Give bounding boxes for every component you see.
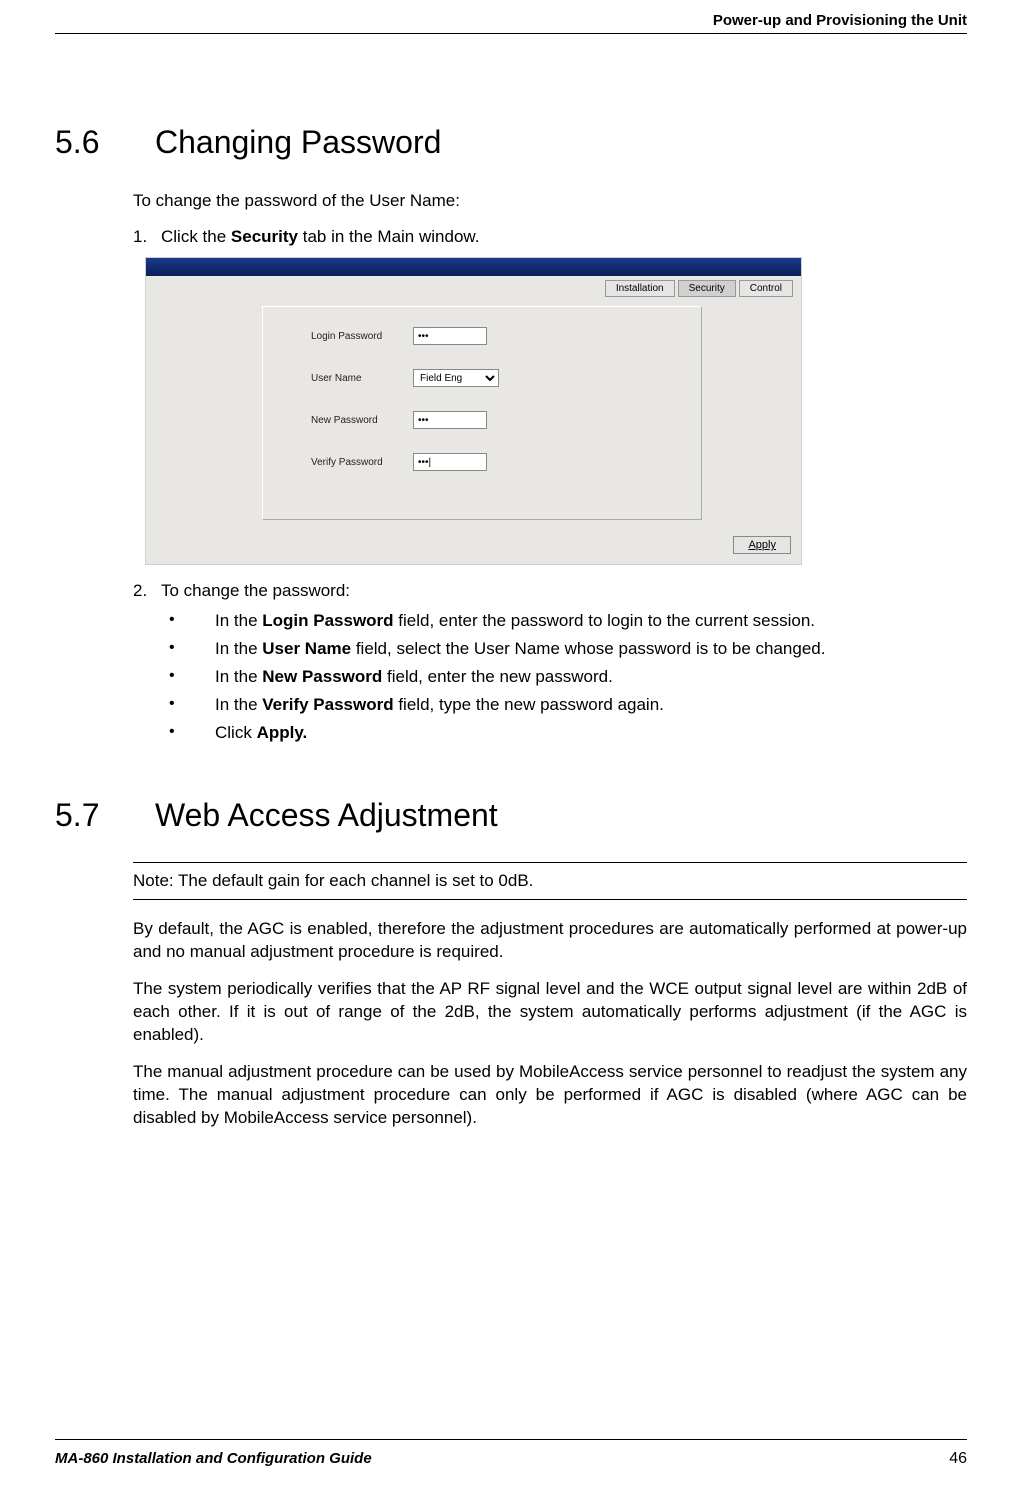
- bullet-suffix: field, enter the new password.: [382, 667, 613, 686]
- bullet-bold: New Password: [262, 667, 382, 686]
- bullet-4: In the Verify Password field, type the n…: [169, 695, 967, 715]
- bullet-suffix: field, enter the password to login to th…: [394, 611, 815, 630]
- footer-page-number: 46: [949, 1450, 967, 1468]
- section-57-heading: 5.7Web Access Adjustment: [55, 797, 967, 834]
- bullet-suffix: field, type the new password again.: [394, 695, 664, 714]
- verify-password-row: Verify Password: [263, 453, 701, 471]
- page-header: Power-up and Provisioning the Unit: [55, 0, 967, 34]
- bullet-1: In the Login Password field, enter the p…: [169, 611, 967, 631]
- bullet-list: In the Login Password field, enter the p…: [169, 611, 967, 743]
- user-name-label: User Name: [263, 373, 413, 384]
- para-2: The system periodically verifies that th…: [133, 978, 967, 1047]
- step-1: 1.Click the Security tab in the Main win…: [133, 227, 967, 247]
- step-1-prefix: Click the: [161, 227, 231, 246]
- verify-password-input[interactable]: [413, 453, 487, 471]
- step-2-text: To change the password:: [161, 581, 350, 600]
- login-password-input[interactable]: [413, 327, 487, 345]
- window-titlebar: [146, 258, 801, 276]
- new-password-row: New Password: [263, 411, 701, 429]
- step-1-bold: Security: [231, 227, 298, 246]
- login-password-row: Login Password: [263, 327, 701, 345]
- bullet-bold: Verify Password: [262, 695, 393, 714]
- bullet-prefix: In the: [215, 639, 262, 658]
- tab-bar: Installation Security Control: [605, 280, 793, 297]
- bullet-5: Click Apply.: [169, 723, 967, 743]
- bullet-bold: Login Password: [262, 611, 393, 630]
- page-footer: MA-860 Installation and Configuration Gu…: [55, 1439, 967, 1468]
- intro-text: To change the password of the User Name:: [133, 191, 967, 211]
- bullet-2: In the User Name field, select the User …: [169, 639, 967, 659]
- bullet-prefix: Click: [215, 723, 257, 742]
- bullet-suffix: field, select the User Name whose passwo…: [351, 639, 825, 658]
- user-name-row: User Name Field Eng: [263, 369, 701, 387]
- verify-password-label: Verify Password: [263, 457, 413, 468]
- bullet-prefix: In the: [215, 667, 262, 686]
- tab-control[interactable]: Control: [739, 280, 793, 297]
- security-panel: Login Password User Name Field Eng New P…: [262, 306, 702, 520]
- user-name-select[interactable]: Field Eng: [413, 369, 499, 387]
- security-screenshot: Installation Security Control Login Pass…: [145, 257, 802, 565]
- bullet-3: In the New Password field, enter the new…: [169, 667, 967, 687]
- login-password-label: Login Password: [263, 331, 413, 342]
- step-2-num: 2.: [133, 581, 161, 601]
- para-3: The manual adjustment procedure can be u…: [133, 1061, 967, 1130]
- new-password-label: New Password: [263, 415, 413, 426]
- step-1-suffix: tab in the Main window.: [298, 227, 479, 246]
- tab-security[interactable]: Security: [678, 280, 736, 297]
- bullet-prefix: In the: [215, 695, 262, 714]
- footer-document-title: MA-860 Installation and Configuration Gu…: [55, 1450, 372, 1468]
- step-2: 2.To change the password:: [133, 581, 967, 601]
- step-1-num: 1.: [133, 227, 161, 247]
- section-56-heading: 5.6Changing Password: [55, 124, 967, 161]
- bullet-prefix: In the: [215, 611, 262, 630]
- apply-button[interactable]: Apply: [733, 536, 791, 554]
- section-title: Changing Password: [155, 124, 441, 160]
- para-1: By default, the AGC is enabled, therefor…: [133, 918, 967, 964]
- new-password-input[interactable]: [413, 411, 487, 429]
- section-number: 5.7: [55, 797, 155, 834]
- section-title: Web Access Adjustment: [155, 797, 498, 833]
- bullet-bold: User Name: [262, 639, 351, 658]
- bullet-bold: Apply.: [257, 723, 308, 742]
- section-number: 5.6: [55, 124, 155, 161]
- tab-installation[interactable]: Installation: [605, 280, 675, 297]
- note-box: Note: The default gain for each channel …: [133, 862, 967, 900]
